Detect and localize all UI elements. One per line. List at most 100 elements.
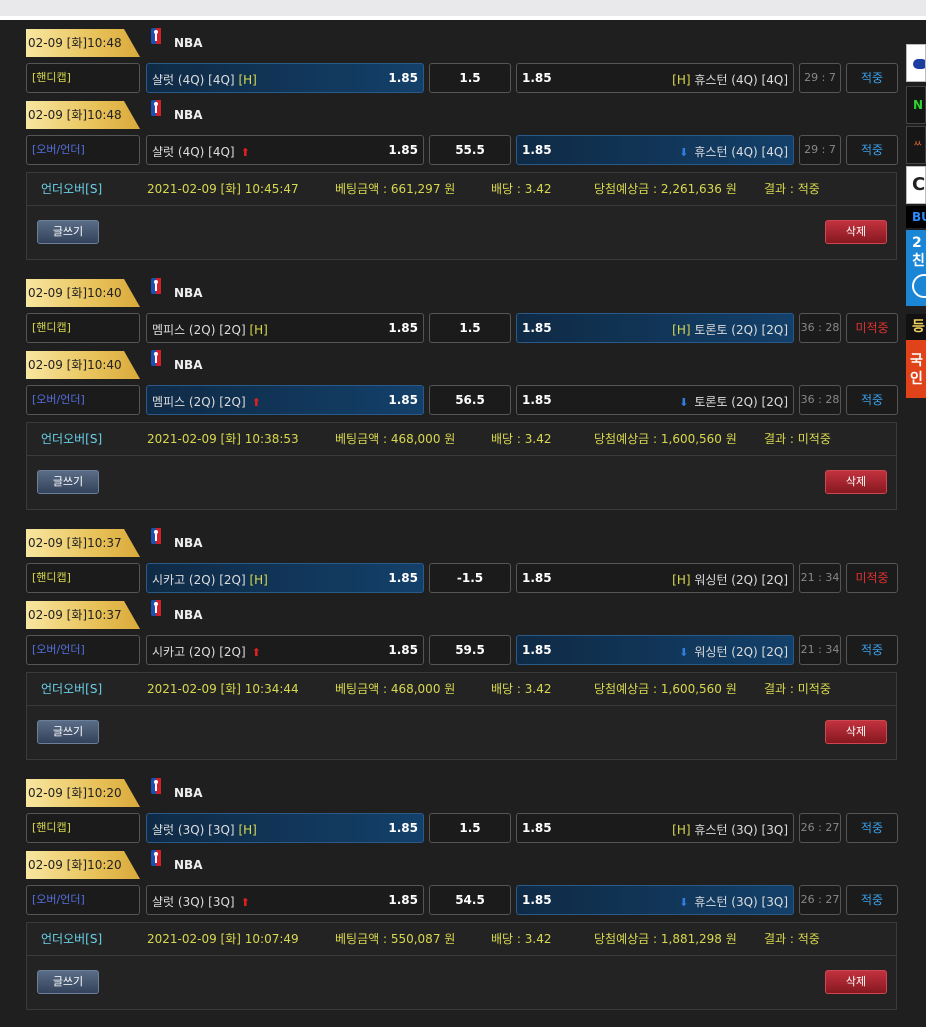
away-team-option[interactable]: 1.85 ⬇ 워싱턴 (2Q) [2Q] (516, 635, 794, 665)
away-team-label: 휴스턴 (4Q) [4Q] (694, 73, 788, 87)
bet-type-label: [오버/언더] (26, 385, 140, 415)
arrow-down-icon: ⬇ (679, 396, 689, 409)
home-odds: 1.85 (388, 643, 418, 657)
away-odds: 1.85 (522, 143, 552, 157)
nba-logo-icon (150, 778, 168, 794)
league-name: NBA (174, 36, 203, 50)
nba-logo-icon (150, 100, 168, 116)
home-team-name: 시카고 (2Q) [2Q] [H] (152, 571, 268, 588)
away-team-option[interactable]: 1.85 [H] 휴스턴 (4Q) [4Q] (516, 63, 794, 93)
home-team-label: 샬럿 (3Q) [3Q] (152, 823, 235, 837)
bet-summary-odds: 배당 : 3.42 (491, 682, 552, 696)
home-team-option[interactable]: 샬럿 (3Q) [3Q] [H] 1.85 (146, 813, 424, 843)
away-mark: [H] (672, 823, 691, 837)
away-team-name: [H] 휴스턴 (3Q) [3Q] (672, 821, 788, 838)
write-post-button[interactable]: 글쓰기 (37, 470, 99, 494)
bet-summary-amount: 베팅금액 : 468,000 원 (335, 682, 456, 696)
bet-summary-row: 언더오버[S] 2021-02-09 [화] 10:07:49 베팅금액 : 550… (27, 923, 896, 956)
game-score: 21 : 34 (799, 635, 841, 665)
arrow-up-icon: ⬆ (240, 146, 250, 159)
handicap-line[interactable]: 55.5 (429, 135, 511, 165)
game-result: 적중 (846, 813, 898, 843)
arrow-up-icon: ⬆ (251, 646, 261, 659)
toggle-icon (913, 59, 925, 69)
bet-type-label: [핸디캡] (26, 313, 140, 343)
side-banner-4[interactable]: C (906, 166, 926, 204)
side-banner-2[interactable]: N (906, 86, 926, 124)
handicap-line[interactable]: 59.5 (429, 635, 511, 665)
home-mark: [H] (249, 573, 268, 587)
game-result: 적중 (846, 135, 898, 165)
delete-bet-button[interactable]: 삭제 (825, 970, 887, 994)
home-odds: 1.85 (388, 393, 418, 407)
away-team-option[interactable]: 1.85 [H] 휴스턴 (3Q) [3Q] (516, 813, 794, 843)
game-header: 02-09 [화]10:37 NBA (26, 599, 426, 629)
away-team-option[interactable]: 1.85 [H] 토론토 (2Q) [2Q] (516, 313, 794, 343)
nba-logo-icon (150, 528, 168, 544)
bet-summary-time: 2021-02-09 [화] 10:07:49 (147, 932, 299, 946)
away-mark: [H] (672, 573, 691, 587)
home-team-option[interactable]: 시카고 (2Q) [2Q] ⬆ 1.85 (146, 635, 424, 665)
game-header: 02-09 [화]10:20 NBA (26, 849, 426, 879)
handicap-line[interactable]: 1.5 (429, 63, 511, 93)
home-mark: [H] (238, 823, 257, 837)
home-team-option[interactable]: 시카고 (2Q) [2Q] [H] 1.85 (146, 563, 424, 593)
away-odds: 1.85 (522, 643, 552, 657)
bet-type-label: [오버/언더] (26, 635, 140, 665)
away-team-option[interactable]: 1.85 [H] 워싱턴 (2Q) [2Q] (516, 563, 794, 593)
handicap-line[interactable]: 56.5 (429, 385, 511, 415)
side-banner-1[interactable] (906, 44, 926, 82)
home-team-name: 시카고 (2Q) [2Q] ⬆ (152, 643, 261, 660)
away-odds: 1.85 (522, 393, 552, 407)
home-team-option[interactable]: 샬럿 (4Q) [4Q] [H] 1.85 (146, 63, 424, 93)
bet-summary-type: 언더오버[S] (41, 432, 103, 446)
side-banner-8[interactable]: 국 인 (906, 340, 926, 398)
game-score: 36 : 28 (799, 313, 841, 343)
home-odds: 1.85 (388, 321, 418, 335)
away-team-option[interactable]: 1.85 ⬇ 휴스턴 (3Q) [3Q] (516, 885, 794, 915)
away-team-option[interactable]: 1.85 ⬇ 휴스턴 (4Q) [4Q] (516, 135, 794, 165)
game-score: 21 : 34 (799, 563, 841, 593)
bet-summary-odds: 배당 : 3.42 (491, 182, 552, 196)
league-name: NBA (174, 858, 203, 872)
game-score: 29 : 7 (799, 63, 841, 93)
side-banner-7[interactable]: 등 (906, 314, 926, 340)
handicap-line[interactable]: 1.5 (429, 813, 511, 843)
away-team-label: 휴스턴 (3Q) [3Q] (694, 895, 788, 909)
away-team-label: 워싱턴 (2Q) [2Q] (694, 645, 788, 659)
delete-bet-button[interactable]: 삭제 (825, 470, 887, 494)
side-banner-6[interactable]: 2 친 (906, 230, 926, 306)
handicap-line[interactable]: 54.5 (429, 885, 511, 915)
away-team-option[interactable]: 1.85 ⬇ 토론토 (2Q) [2Q] (516, 385, 794, 415)
side-banner-5[interactable]: BU (906, 206, 926, 228)
game-result: 적중 (846, 885, 898, 915)
home-team-option[interactable]: 샬럿 (4Q) [4Q] ⬆ 1.85 (146, 135, 424, 165)
handicap-line[interactable]: -1.5 (429, 563, 511, 593)
home-team-option[interactable]: 샬럿 (3Q) [3Q] ⬆ 1.85 (146, 885, 424, 915)
home-mark: [H] (238, 73, 257, 87)
bet-type-label: [핸디캡] (26, 63, 140, 93)
bet-summary-amount: 베팅금액 : 661,297 원 (335, 182, 456, 196)
home-team-option[interactable]: 멤피스 (2Q) [2Q] ⬆ 1.85 (146, 385, 424, 415)
arrow-down-icon: ⬇ (679, 896, 689, 909)
game-result: 미적중 (846, 313, 898, 343)
home-team-label: 멤피스 (2Q) [2Q] (152, 323, 246, 337)
league-name: NBA (174, 286, 203, 300)
bet-summary-amount: 베팅금액 : 468,000 원 (335, 432, 456, 446)
game-result: 미적중 (846, 563, 898, 593)
play-icon (912, 274, 926, 298)
handicap-line[interactable]: 1.5 (429, 313, 511, 343)
bet-summary-expected: 당첨예상금 : 1,600,560 원 (594, 432, 737, 446)
bet-summary-result: 결과 : 적중 (764, 182, 820, 196)
write-post-button[interactable]: 글쓰기 (37, 220, 99, 244)
write-post-button[interactable]: 글쓰기 (37, 970, 99, 994)
bet-group: 02-09 [화]10:37 NBA [핸디캡] 시카고 (2Q) [2Q] [H] 1… (0, 527, 926, 777)
home-team-option[interactable]: 멤피스 (2Q) [2Q] [H] 1.85 (146, 313, 424, 343)
side-banner-3[interactable]: ㅆ (906, 126, 926, 164)
bet-group: 02-09 [화]10:40 NBA [핸디캡] 멤피스 (2Q) [2Q] [H] 1… (0, 277, 926, 527)
write-post-button[interactable]: 글쓰기 (37, 720, 99, 744)
delete-bet-button[interactable]: 삭제 (825, 220, 887, 244)
delete-bet-button[interactable]: 삭제 (825, 720, 887, 744)
bet-summary-time: 2021-02-09 [화] 10:34:44 (147, 682, 299, 696)
away-team-label: 토론토 (2Q) [2Q] (694, 323, 788, 337)
